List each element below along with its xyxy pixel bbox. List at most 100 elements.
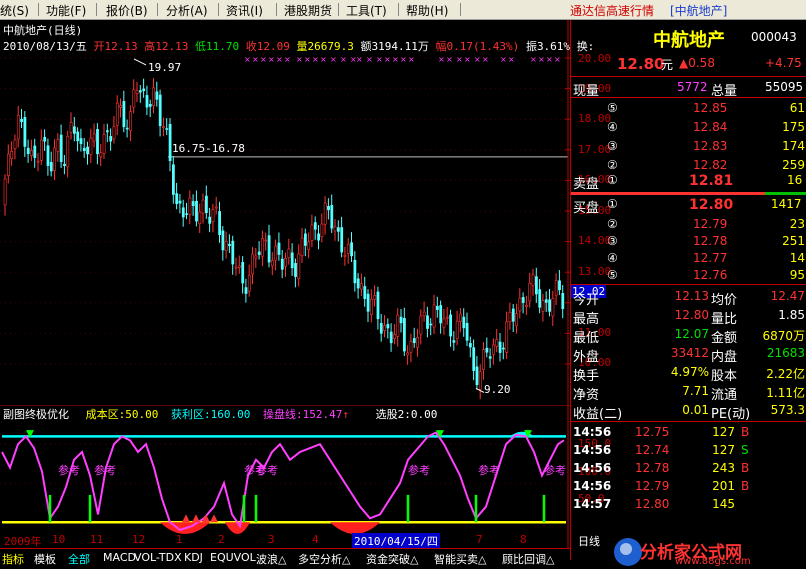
menu-analysis[interactable]: 分析(A) bbox=[166, 2, 208, 19]
signal-marker: × bbox=[312, 55, 319, 64]
menu-tools[interactable]: 工具(T) bbox=[346, 2, 387, 19]
candle-body bbox=[247, 274, 251, 292]
tab-indicator[interactable]: 指标 bbox=[2, 551, 24, 567]
candle-body bbox=[363, 286, 367, 299]
candle-body bbox=[86, 146, 90, 155]
tab-kdj[interactable]: KDJ bbox=[184, 551, 203, 564]
bid-price: 12.78 bbox=[693, 234, 728, 248]
candle-body bbox=[310, 224, 314, 241]
bid1-row[interactable]: 买盘 ① 12.80 1417 bbox=[571, 196, 806, 216]
ask-row[interactable]: ④ 12.84 175 bbox=[571, 119, 806, 138]
candle-body bbox=[33, 145, 37, 158]
menu-quote[interactable]: 报价(B) bbox=[106, 2, 148, 19]
tick-time: 14:56 bbox=[573, 479, 612, 493]
bid-level: ⑤ bbox=[607, 268, 618, 282]
candle-body bbox=[303, 233, 307, 246]
candle-body bbox=[181, 207, 185, 218]
signal-marker: × bbox=[356, 55, 363, 64]
oscillator-line bbox=[1, 431, 565, 532]
candle-body bbox=[89, 137, 93, 155]
menu-separator bbox=[276, 3, 277, 16]
last-price: 12.80 bbox=[617, 55, 665, 73]
candle-body bbox=[23, 117, 27, 147]
tick-vol: 201 bbox=[712, 479, 735, 493]
amount-label: 额 bbox=[360, 40, 372, 53]
price-unit: 元 bbox=[661, 58, 674, 72]
menu-hk-futures[interactable]: 港股期货 bbox=[284, 2, 332, 19]
candle-body bbox=[515, 313, 519, 327]
ask1-row[interactable]: 卖盘 ① 12.81 16 bbox=[571, 172, 806, 192]
menu-separator bbox=[96, 3, 97, 16]
tab-macd[interactable]: MACD bbox=[103, 551, 136, 564]
tick-row: 14:56 12.78 243 B bbox=[571, 460, 806, 479]
candle-body bbox=[340, 227, 344, 253]
candle-body bbox=[30, 150, 33, 156]
app-title: 通达信高速行情 bbox=[570, 4, 655, 18]
tab-all[interactable]: 全部 bbox=[68, 551, 90, 567]
candle-body bbox=[462, 316, 466, 329]
menu-bar: 统(S) 功能(F) 报价(B) 分析(A) 资讯(I) 港股期货 工具(T) … bbox=[0, 0, 806, 20]
signal-marker: × bbox=[554, 55, 561, 64]
tab-wave[interactable]: 波浪△ bbox=[256, 551, 286, 567]
candle-body bbox=[455, 320, 459, 339]
tab-long-short[interactable]: 多空分析△ bbox=[298, 551, 350, 567]
candle-body bbox=[478, 371, 482, 390]
ask1-price: 12.81 bbox=[689, 173, 734, 189]
kline-chart[interactable]: × × × × × × × × × × × × × × × × × × × × × × × × × × × × × × × × bbox=[0, 20, 570, 405]
candle-body bbox=[561, 293, 565, 310]
indicator-chart[interactable] bbox=[0, 405, 570, 558]
tab-template[interactable]: 模板 bbox=[34, 551, 56, 567]
candle-body bbox=[449, 314, 453, 337]
tab-fund-breakout[interactable]: 资金突破△ bbox=[366, 551, 418, 567]
candle-body bbox=[92, 133, 96, 142]
candle-body bbox=[521, 297, 525, 303]
signal-marker: × bbox=[438, 55, 445, 64]
divider bbox=[571, 421, 806, 422]
tab-vol-tdx[interactable]: VOL-TDX bbox=[134, 551, 182, 564]
candle-body bbox=[139, 90, 142, 93]
menu-function[interactable]: 功能(F) bbox=[46, 2, 86, 19]
stat-label: 今开 bbox=[573, 293, 600, 308]
candle-body bbox=[178, 200, 182, 204]
candle-body bbox=[343, 254, 347, 257]
volume-label: 量 bbox=[296, 40, 308, 53]
ask-row[interactable]: ⑤ 12.85 61 bbox=[571, 100, 806, 119]
watermark-url: www.88gs.com bbox=[675, 556, 751, 567]
buy-arrow bbox=[192, 514, 200, 523]
ask-row[interactable]: ③ 12.83 174 bbox=[571, 138, 806, 157]
candle-body bbox=[96, 129, 99, 155]
ref-label: 参考 bbox=[256, 464, 278, 477]
candle-body bbox=[112, 126, 116, 140]
candle-body bbox=[224, 241, 228, 251]
stat-label: 均价 bbox=[711, 293, 738, 308]
stat-row: 外盘 33412 内盘 21683 bbox=[571, 345, 806, 365]
change-value: 0.17(1.43%) bbox=[446, 40, 520, 53]
stat-row: 最高 12.80 量比 1.85 bbox=[571, 307, 806, 327]
candle-body bbox=[495, 339, 499, 347]
signal-marker: × bbox=[330, 55, 337, 64]
ref-label: 参考 bbox=[408, 464, 430, 477]
candle-body bbox=[214, 206, 218, 209]
tab-smart-trade[interactable]: 智能买卖△ bbox=[434, 551, 486, 567]
candle-body bbox=[439, 305, 443, 324]
bid1-price: 12.80 bbox=[689, 197, 734, 213]
candle-body bbox=[369, 298, 373, 316]
signal-marker: × bbox=[464, 55, 471, 64]
ask-level: ⑤ bbox=[607, 101, 618, 115]
line-label: 操盘线: bbox=[263, 408, 303, 421]
candle-body bbox=[294, 263, 297, 277]
tab-equvol[interactable]: EQUVOL bbox=[210, 551, 256, 564]
candle-body bbox=[277, 242, 281, 255]
amplitude-label: 振 bbox=[525, 40, 537, 53]
menu-system[interactable]: 统(S) bbox=[0, 2, 29, 19]
menu-help[interactable]: 帮助(H) bbox=[406, 2, 448, 19]
menu-info[interactable]: 资讯(I) bbox=[226, 2, 263, 19]
candle-body bbox=[416, 336, 420, 348]
close-value: 12.09 bbox=[256, 40, 290, 53]
tick-vol: 127 bbox=[712, 443, 735, 457]
candle-body bbox=[396, 314, 400, 337]
stat-label: 最低 bbox=[573, 331, 600, 346]
tab-gubi[interactable]: 顾比回调△ bbox=[502, 551, 554, 567]
high-value: 12.13 bbox=[155, 40, 189, 53]
candle-body bbox=[205, 195, 208, 214]
